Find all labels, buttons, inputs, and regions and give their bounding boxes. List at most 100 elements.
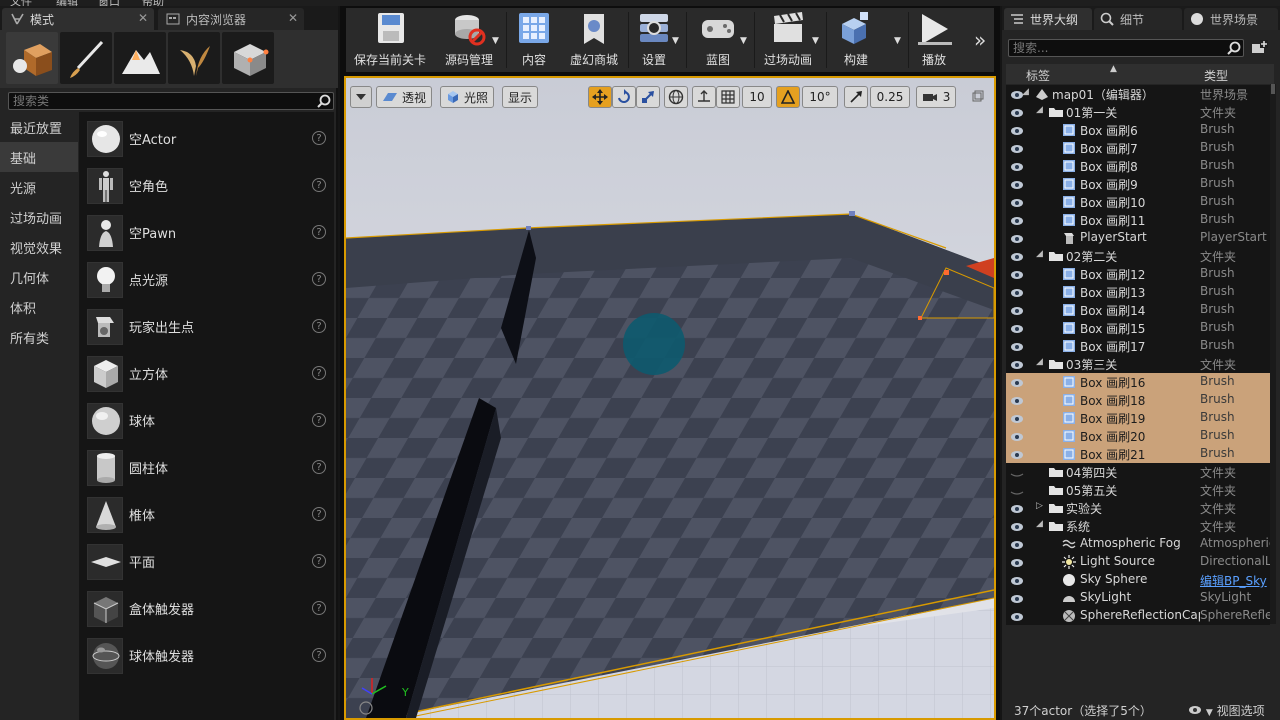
outliner-row[interactable]: Box 画刷18 Brush	[1006, 391, 1270, 409]
type-column-header[interactable]: 类型	[1204, 67, 1228, 84]
outliner-row[interactable]: Box 画刷20 Brush	[1006, 427, 1270, 445]
category-cinematic[interactable]: 过场动画	[0, 202, 78, 232]
outliner-row[interactable]: Box 画刷14 Brush	[1006, 301, 1270, 319]
category-lights[interactable]: 光源	[0, 172, 78, 202]
scale-snap-value[interactable]: 0.25	[870, 86, 910, 108]
place-item[interactable]: 空角色?	[79, 162, 334, 209]
close-icon[interactable]: ✕	[138, 11, 148, 25]
expand-arrow-icon[interactable]: ◢	[1036, 519, 1043, 529]
eye-icon[interactable]	[1010, 233, 1024, 247]
blueprints-dropdown-icon[interactable]: ▼	[740, 36, 747, 46]
help-icon[interactable]: ?	[312, 131, 326, 145]
label-column-header[interactable]: 标签	[1026, 67, 1050, 84]
rotate-snap-toggle[interactable]	[776, 86, 800, 108]
view-mode-lit-button[interactable]: 光照	[440, 86, 495, 108]
eye-icon[interactable]	[1010, 323, 1024, 337]
eye-icon[interactable]	[1010, 251, 1024, 265]
settings-dropdown-icon[interactable]: ▼	[672, 36, 679, 46]
outliner-row[interactable]: ◢ 01第一关 文件夹	[1006, 103, 1270, 121]
outliner-row[interactable]: Box 画刷17 Brush	[1006, 337, 1270, 355]
eye-icon[interactable]	[1010, 161, 1024, 175]
search-icon[interactable]	[1227, 41, 1241, 55]
close-icon[interactable]: ✕	[288, 11, 298, 25]
eye-closed-icon[interactable]	[1010, 467, 1024, 481]
outliner-row[interactable]: Box 画刷7 Brush	[1006, 139, 1270, 157]
tab-modes[interactable]: 模式 ✕	[2, 8, 154, 30]
help-icon[interactable]: ?	[312, 554, 326, 568]
toolbar-overflow-icon[interactable]: »	[974, 28, 986, 52]
outliner-row[interactable]: SkyLight SkyLight	[1006, 589, 1270, 607]
eye-icon[interactable]	[1010, 413, 1024, 427]
outliner-row[interactable]: ◢ 03第三关 文件夹	[1006, 355, 1270, 373]
eye-icon[interactable]	[1010, 449, 1024, 463]
place-item[interactable]: 空Actor?	[79, 115, 334, 162]
tab-content-browser[interactable]: 内容浏览器 ✕	[158, 8, 304, 30]
eye-icon[interactable]	[1010, 287, 1024, 301]
tab-details[interactable]: 细节	[1094, 8, 1182, 30]
expand-arrow-icon[interactable]: ◢	[1036, 249, 1043, 259]
rotate-snap-value[interactable]: 10°	[802, 86, 838, 108]
search-icon[interactable]	[317, 94, 331, 108]
help-icon[interactable]: ?	[312, 460, 326, 474]
collapse-arrow-icon[interactable]: ▷	[1036, 501, 1043, 511]
help-icon[interactable]: ?	[312, 272, 326, 286]
place-item[interactable]: 球体?	[79, 397, 334, 444]
foliage-mode-button[interactable]	[168, 32, 220, 84]
rotate-mode-button[interactable]	[612, 86, 636, 108]
outliner-row[interactable]: Box 画刷6 Brush	[1006, 121, 1270, 139]
eye-icon[interactable]	[1010, 107, 1024, 121]
help-icon[interactable]: ?	[312, 319, 326, 333]
outliner-row[interactable]: Box 画刷13 Brush	[1006, 283, 1270, 301]
outliner-search-input[interactable]	[1009, 40, 1219, 56]
category-volumes[interactable]: 体积	[0, 292, 78, 322]
outliner-row[interactable]: ◢ 02第二关 文件夹	[1006, 247, 1270, 265]
outliner-row[interactable]: Box 画刷11 Brush	[1006, 211, 1270, 229]
scale-mode-button[interactable]	[636, 86, 660, 108]
eye-icon[interactable]	[1010, 431, 1024, 445]
scrollbar-thumb[interactable]	[1271, 84, 1275, 94]
grid-snap-value[interactable]: 10	[742, 86, 772, 108]
place-item[interactable]: 椎体?	[79, 491, 334, 538]
outliner-row[interactable]: Box 画刷19 Brush	[1006, 409, 1270, 427]
place-item[interactable]: 点光源?	[79, 256, 334, 303]
eye-icon[interactable]	[1010, 503, 1024, 517]
help-icon[interactable]: ?	[312, 507, 326, 521]
expand-arrow-icon[interactable]: ◢	[1036, 105, 1043, 115]
help-icon[interactable]: ?	[312, 601, 326, 615]
surface-snap-button[interactable]	[692, 86, 716, 108]
landscape-mode-button[interactable]	[114, 32, 166, 84]
category-all-classes[interactable]: 所有类	[0, 322, 78, 352]
eye-icon[interactable]	[1010, 269, 1024, 283]
eye-icon[interactable]	[1010, 557, 1024, 571]
eye-icon[interactable]	[1010, 215, 1024, 229]
play-button[interactable]: 播放	[912, 8, 956, 72]
paint-mode-button[interactable]	[60, 32, 112, 84]
place-item[interactable]: 玩家出生点?	[79, 303, 334, 350]
outliner-row[interactable]: Box 画刷9 Brush	[1006, 175, 1270, 193]
outliner-row[interactable]: 05第五关 文件夹	[1006, 481, 1270, 499]
help-icon[interactable]: ?	[312, 413, 326, 427]
outliner-row[interactable]: ▷ 实验关 文件夹	[1006, 499, 1270, 517]
eye-icon[interactable]	[1010, 341, 1024, 355]
level-viewport[interactable]: Y 透视 光照 显示 10 10° 0.25 3	[344, 76, 996, 720]
outliner-row[interactable]: Box 画刷10 Brush	[1006, 193, 1270, 211]
outliner-row[interactable]: Sky Sphere 编辑BP_Sky	[1006, 571, 1270, 589]
outliner-scrollbar[interactable]	[1270, 84, 1276, 624]
expand-arrow-icon[interactable]: ◢	[1036, 357, 1043, 367]
outliner-row[interactable]: SphereReflectionCaptureSphereReflectionC…	[1006, 607, 1270, 625]
marketplace-button[interactable]: 虚幻商城	[562, 8, 626, 72]
place-item[interactable]: 立方体?	[79, 350, 334, 397]
cinematics-dropdown-icon[interactable]: ▼	[812, 36, 819, 46]
outliner-row[interactable]: ◢ 系统 文件夹	[1006, 517, 1270, 535]
tab-world-settings[interactable]: 世界场景	[1184, 8, 1278, 30]
outliner-row[interactable]: Light Source DirectionalLight	[1006, 553, 1270, 571]
outliner-row[interactable]: 04第四关 文件夹	[1006, 463, 1270, 481]
help-icon[interactable]: ?	[312, 648, 326, 662]
help-icon[interactable]: ?	[312, 366, 326, 380]
category-visual-effects[interactable]: 视觉效果	[0, 232, 78, 262]
world-local-button[interactable]	[664, 86, 688, 108]
class-search-input[interactable]	[9, 93, 309, 109]
build-dropdown-icon[interactable]: ▼	[894, 36, 901, 46]
eye-icon[interactable]	[1010, 359, 1024, 373]
outliner-row[interactable]: Atmospheric Fog AtmosphericFog	[1006, 535, 1270, 553]
